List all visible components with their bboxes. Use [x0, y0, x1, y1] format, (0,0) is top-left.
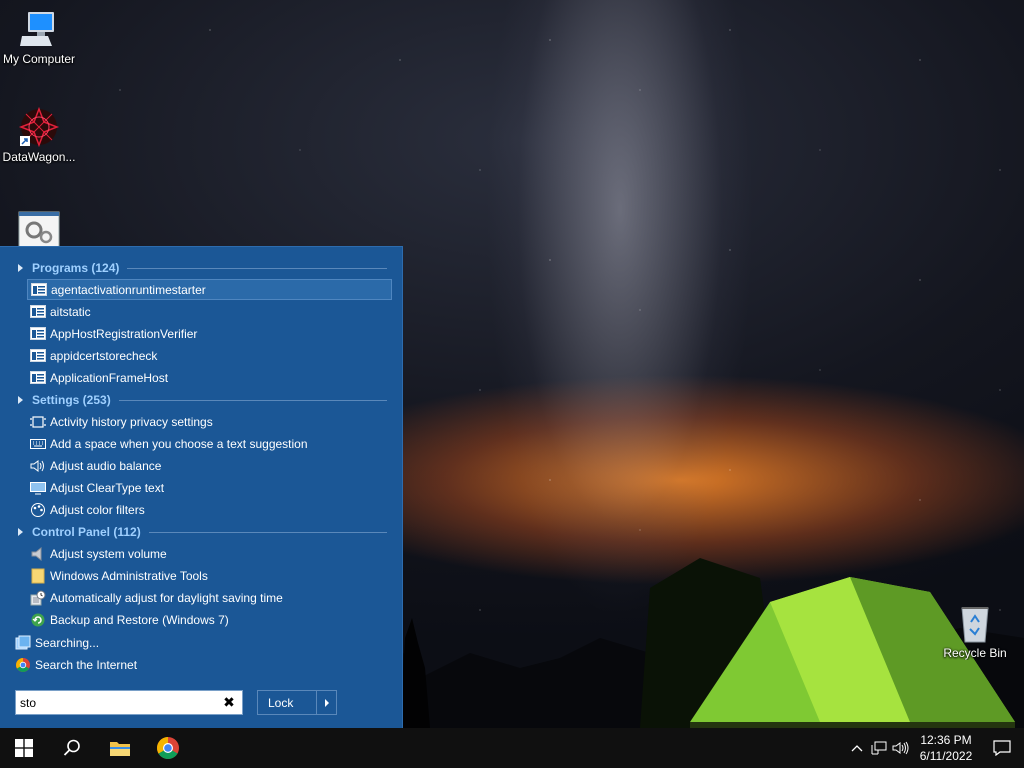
desktop-icon-recycle-bin[interactable]: Recycle Bin	[936, 602, 1014, 660]
section-header-control-panel[interactable]: Control Panel (112)	[15, 523, 387, 541]
start-search-box: ✖	[15, 690, 243, 715]
section-title: Settings (253)	[32, 393, 111, 407]
app-window-icon	[29, 348, 47, 364]
desktop-icon-datawagon[interactable]: DataWagon...	[0, 106, 78, 164]
windows-logo-icon	[15, 739, 33, 757]
chevron-up-icon	[851, 745, 863, 752]
menu-item-system-volume[interactable]: Adjust system volume	[27, 543, 392, 564]
chrome-button[interactable]	[144, 728, 192, 768]
desktop-icon-label: Recycle Bin	[943, 646, 1007, 660]
menu-item-searching[interactable]: Searching...	[12, 632, 377, 653]
folder-icon	[110, 742, 130, 756]
menu-item-label: Backup and Restore (Windows 7)	[50, 612, 229, 627]
menu-item-aitstatic[interactable]: aitstatic	[27, 301, 392, 322]
monitor-icon	[29, 480, 47, 496]
menu-item-applicationframehost[interactable]: ApplicationFrameHost	[27, 367, 392, 388]
menu-item-label: Searching...	[35, 635, 100, 650]
taskbar: 12:36 PM 6/11/2022	[0, 728, 1024, 768]
recycle-bin-icon	[961, 607, 989, 643]
network-icon	[871, 741, 887, 755]
section-divider	[148, 531, 387, 533]
menu-item-label: Adjust audio balance	[50, 458, 162, 473]
clear-search-icon[interactable]: ✖	[220, 694, 238, 712]
chrome-icon	[157, 737, 179, 759]
menu-item-color-filters[interactable]: Adjust color filters	[27, 499, 392, 520]
menu-item-admin-tools[interactable]: Windows Administrative Tools	[27, 565, 392, 586]
volume-icon	[29, 546, 47, 562]
keyboard-icon	[29, 436, 47, 452]
app-window-icon	[29, 304, 47, 320]
section-header-settings[interactable]: Settings (253)	[15, 391, 387, 409]
start-button[interactable]	[0, 728, 48, 768]
clock-calendar-icon	[29, 590, 47, 606]
lock-options-arrow-icon[interactable]	[316, 691, 336, 714]
backup-restore-icon	[29, 612, 47, 628]
activity-history-icon	[29, 414, 47, 430]
section-divider	[118, 399, 387, 401]
start-menu: Programs (124) agentactivationruntimesta…	[0, 246, 403, 728]
menu-item-activity-history[interactable]: Activity history privacy settings	[27, 411, 392, 432]
section-header-programs[interactable]: Programs (124)	[15, 259, 387, 277]
chrome-icon	[14, 657, 32, 673]
section-title: Programs (124)	[32, 261, 120, 275]
menu-item-daylight-saving[interactable]: Automatically adjust for daylight saving…	[27, 587, 392, 608]
desktop-icon-label: DataWagon...	[2, 150, 76, 164]
notification-icon	[993, 740, 1011, 756]
app-window-icon	[29, 326, 47, 342]
app-window-icon	[29, 370, 47, 386]
menu-item-label: Search the Internet	[35, 657, 138, 672]
desktop-icon-my-computer[interactable]: My Computer	[0, 8, 78, 66]
menu-item-label: Adjust color filters	[50, 502, 145, 517]
folder-icon	[29, 568, 47, 584]
menu-item-label: appidcertstorecheck	[50, 348, 158, 363]
menu-item-apphostregistrationverifier[interactable]: AppHostRegistrationVerifier	[27, 323, 392, 344]
clock-time: 12:36 PM	[920, 733, 972, 747]
desktop-icon-label: My Computer	[2, 52, 76, 66]
speaker-icon	[892, 741, 909, 755]
menu-item-cleartype[interactable]: Adjust ClearType text	[27, 477, 392, 498]
network-button[interactable]	[868, 728, 890, 768]
search-button[interactable]	[48, 728, 96, 768]
color-filter-icon	[29, 502, 47, 518]
menu-item-backup-restore[interactable]: Backup and Restore (Windows 7)	[27, 609, 392, 630]
show-hidden-icons-button[interactable]	[846, 728, 868, 768]
menu-item-agentactivationruntimestarter[interactable]: agentactivationruntimestarter	[27, 279, 392, 300]
menu-item-text-suggestion-space[interactable]: Add a space when you choose a text sugge…	[27, 433, 392, 454]
menu-item-label: Add a space when you choose a text sugge…	[50, 436, 308, 451]
lock-button[interactable]: Lock	[257, 690, 337, 715]
expand-arrow-icon	[18, 264, 23, 272]
menu-item-label: Windows Administrative Tools	[50, 568, 208, 583]
menu-item-label: aitstatic	[50, 304, 91, 319]
menu-item-label: ApplicationFrameHost	[50, 370, 169, 385]
speaker-icon	[29, 458, 47, 474]
file-explorer-button[interactable]	[96, 728, 144, 768]
expand-arrow-icon	[18, 528, 23, 536]
menu-item-label: agentactivationruntimestarter	[51, 282, 206, 297]
lock-button-label: Lock	[268, 695, 294, 710]
menu-item-label: Adjust system volume	[50, 546, 167, 561]
menu-item-label: AppHostRegistrationVerifier	[50, 326, 198, 341]
section-divider	[127, 267, 387, 269]
search-icon	[63, 739, 80, 756]
volume-button[interactable]	[890, 728, 912, 768]
action-center-button[interactable]	[980, 728, 1024, 768]
menu-item-label: Adjust ClearType text	[50, 480, 165, 495]
taskbar-clock[interactable]: 12:36 PM 6/11/2022	[912, 732, 980, 764]
section-title: Control Panel (112)	[32, 525, 141, 539]
menu-item-audio-balance[interactable]: Adjust audio balance	[27, 455, 392, 476]
menu-item-label: Activity history privacy settings	[50, 414, 213, 429]
computer-icon	[20, 12, 54, 46]
menu-item-appidcertstorecheck[interactable]: appidcertstorecheck	[27, 345, 392, 366]
datawagon-shortcut-icon	[18, 106, 60, 148]
expand-arrow-icon	[18, 396, 23, 404]
app-window-icon	[30, 282, 48, 298]
searching-icon	[14, 635, 32, 651]
menu-item-label: Automatically adjust for daylight saving…	[50, 590, 283, 605]
start-search-input[interactable]	[20, 692, 220, 713]
menu-item-search-internet[interactable]: Search the Internet	[12, 654, 377, 675]
system-tray: 12:36 PM 6/11/2022	[846, 728, 1024, 768]
clock-date: 6/11/2022	[919, 749, 973, 763]
